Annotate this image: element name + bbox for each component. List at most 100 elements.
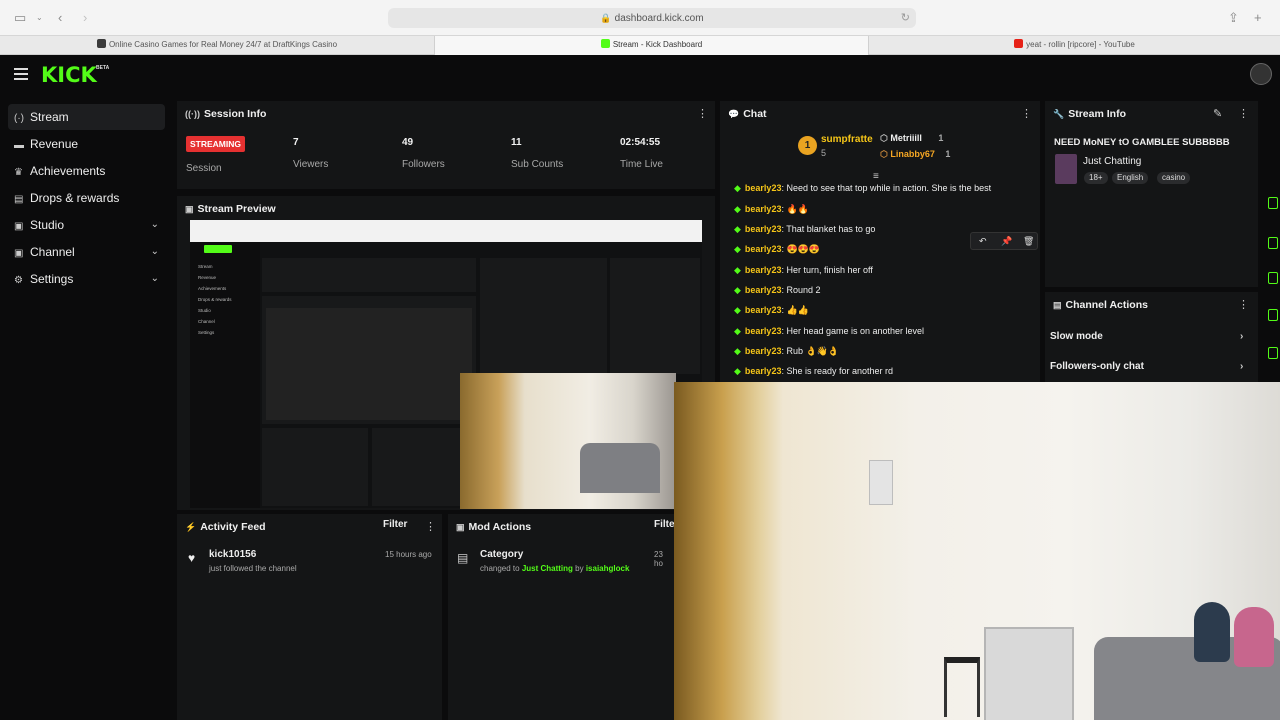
mod-action-category[interactable]: Just Chatting (522, 564, 573, 573)
chat-message[interactable]: ◆ bearly23: 👍👍 (734, 305, 809, 316)
sidebar-item-label: Revenue (30, 137, 79, 151)
browser-toolbar: ▭ ⌄ ‹ › 🔒 dashboard.kick.com ↻ ⇪ + (0, 0, 1280, 36)
badge-icon: ◆ (734, 366, 741, 376)
gifter-count: 1 (945, 149, 951, 159)
badge-icon: ◆ (734, 326, 741, 336)
chat-text: : 🔥🔥 (781, 204, 809, 214)
chat-username[interactable]: bearly23 (745, 285, 782, 295)
chat-message[interactable]: ◆ bearly23: Need to see that top while in… (734, 183, 991, 194)
menu-icon[interactable] (14, 68, 28, 83)
category-thumbnail (1055, 154, 1077, 184)
chat-username[interactable]: bearly23 (745, 265, 782, 275)
sidebar-item-channel[interactable]: ▣ Channel ⌄ (8, 239, 165, 265)
session-info-title: Session Info (204, 108, 267, 120)
edit-icon[interactable]: ✎ (1213, 107, 1222, 120)
top-gifter-1: 1 sumpfratte 5 (798, 134, 873, 158)
panel-title: 🔧 Stream Info (1053, 108, 1126, 120)
person-shape (1234, 607, 1274, 667)
trophy-icon: ♛ (14, 167, 23, 178)
shield-icon: ▣ (456, 522, 465, 532)
more-options-icon[interactable]: ⋮ (1238, 107, 1249, 120)
chat-username[interactable]: bearly23 (745, 346, 782, 356)
chat-message[interactable]: ◆ bearly23: She is ready for another rd (734, 366, 893, 377)
sidebar-item-label: Drops & rewards (30, 191, 120, 205)
reply-icon[interactable]: ↶ (979, 236, 987, 247)
reload-icon[interactable]: ↻ (901, 8, 910, 28)
chat-username[interactable]: bearly23 (745, 224, 782, 234)
chat-message[interactable]: ◆ bearly23: 🔥🔥 (734, 204, 809, 215)
quick-action-icon[interactable] (1268, 197, 1278, 209)
tab-draftkings[interactable]: Online Casino Games for Real Money 24/7 … (0, 36, 435, 55)
chat-message[interactable]: ◆ bearly23: That blanket has to go (734, 224, 875, 235)
preview-chat-panel (480, 258, 607, 374)
address-bar[interactable]: 🔒 dashboard.kick.com ↻ (388, 8, 916, 28)
preview-session-panel (262, 258, 476, 292)
quick-action-icon[interactable] (1268, 309, 1278, 321)
chat-username[interactable]: bearly23 (745, 204, 782, 214)
channel-actions-title: Channel Actions (1065, 299, 1148, 311)
chat-message[interactable]: ◆ bearly23: Rub 👌👋👌 (734, 346, 839, 357)
stream-title-text: NEED MoNEY tO GAMBLEE SUBBBBB (1054, 137, 1230, 148)
tab-youtube[interactable]: yeat - rollin [ripcore] - YouTube (869, 36, 1280, 55)
chat-text: : Round 2 (781, 285, 821, 295)
quick-action-icon[interactable] (1268, 347, 1278, 359)
preview-stream-panel (262, 296, 476, 424)
wall-panel-shape (869, 460, 893, 505)
more-options-icon[interactable]: ⋮ (1238, 298, 1249, 311)
filter-button[interactable]: Filter (383, 519, 407, 530)
preview-sidebar: Stream Revenue Achievements Drops & reward… (190, 242, 260, 508)
sidebar-toggle-icon[interactable]: ▭ (14, 10, 26, 26)
share-icon[interactable]: ⇪ (1228, 10, 1239, 26)
followers-count: 49 (402, 137, 414, 148)
chat-username[interactable]: bearly23 (745, 366, 782, 376)
chevron-down-icon[interactable]: ⌄ (36, 13, 43, 22)
delete-icon[interactable]: 🗑 (1023, 236, 1034, 247)
new-tab-icon[interactable]: + (1254, 10, 1262, 25)
gear-icon: ⚙ (14, 275, 23, 286)
chat-username[interactable]: bearly23 (745, 183, 782, 193)
slow-mode-action[interactable]: Slow mode › (1050, 331, 1243, 342)
more-options-icon[interactable]: ⋮ (425, 520, 436, 533)
followers-label: Followers (402, 159, 445, 170)
chat-message[interactable]: ◆ bearly23: Her turn, finish her off (734, 265, 873, 276)
forward-icon[interactable]: › (83, 10, 87, 25)
chat-message[interactable]: ◆ bearly23: Her head game is on another l… (734, 326, 924, 337)
chat-text: : She is ready for another rd (781, 366, 894, 376)
quick-action-icon[interactable] (1268, 237, 1278, 249)
more-options-icon[interactable]: ⋮ (697, 107, 708, 120)
pin-icon[interactable]: 📌 (1001, 236, 1012, 247)
filter-button[interactable]: Filte (654, 519, 675, 530)
followers-only-action[interactable]: Followers-only chat › (1050, 361, 1243, 372)
activity-username[interactable]: kick10156 (209, 549, 256, 560)
activity-feed-panel: ⚡ Activity Feed Filter ⋮ ♥ kick10156 just… (177, 514, 442, 720)
sidebar-item-stream[interactable]: (·) Stream (8, 104, 165, 130)
chat-message[interactable]: ◆ bearly23: 😍😍😍 (734, 244, 820, 255)
chat-message[interactable]: ◆ bearly23: Round 2 (734, 285, 820, 296)
back-icon[interactable]: ‹ (58, 10, 62, 25)
tab-kick-dashboard[interactable]: Stream - Kick Dashboard (435, 36, 869, 55)
chat-username[interactable]: bearly23 (745, 326, 782, 336)
kick-logo[interactable]: KICK (41, 63, 97, 87)
sidebar-item-label: Achievements (30, 164, 106, 178)
stream-info-title: Stream Info (1068, 108, 1126, 120)
chat-text: : Need to see that top while in action. … (781, 183, 992, 193)
sidebar-item-achievements[interactable]: ♛ Achievements (8, 158, 165, 184)
webcam-overlay-small (460, 373, 676, 509)
heart-icon: ♥ (188, 551, 196, 565)
panel-title: 💬 Chat (728, 108, 767, 120)
mod-action-moderator[interactable]: isaiahglock (586, 564, 630, 573)
preview-icon: ▣ (185, 204, 194, 214)
more-options-icon[interactable]: ⋮ (1021, 107, 1032, 120)
chat-username[interactable]: bearly23 (745, 244, 782, 254)
quick-action-icon[interactable] (1268, 272, 1278, 284)
sidebar-item-revenue[interactable]: ▬ Revenue (8, 131, 165, 157)
sidebar-item-studio[interactable]: ▣ Studio ⌄ (8, 212, 165, 238)
chat-text: : Rub 👌👋👌 (781, 346, 840, 356)
stream-icon: (·) (14, 113, 24, 124)
sidebar-item-drops[interactable]: ▤ Drops & rewards (8, 185, 165, 211)
category-name[interactable]: Just Chatting (1083, 156, 1141, 167)
chat-username[interactable]: bearly23 (745, 305, 782, 315)
avatar[interactable] (1250, 63, 1272, 85)
sidebar-item-settings[interactable]: ⚙ Settings ⌄ (8, 266, 165, 292)
badge-icon: ◆ (734, 244, 741, 254)
